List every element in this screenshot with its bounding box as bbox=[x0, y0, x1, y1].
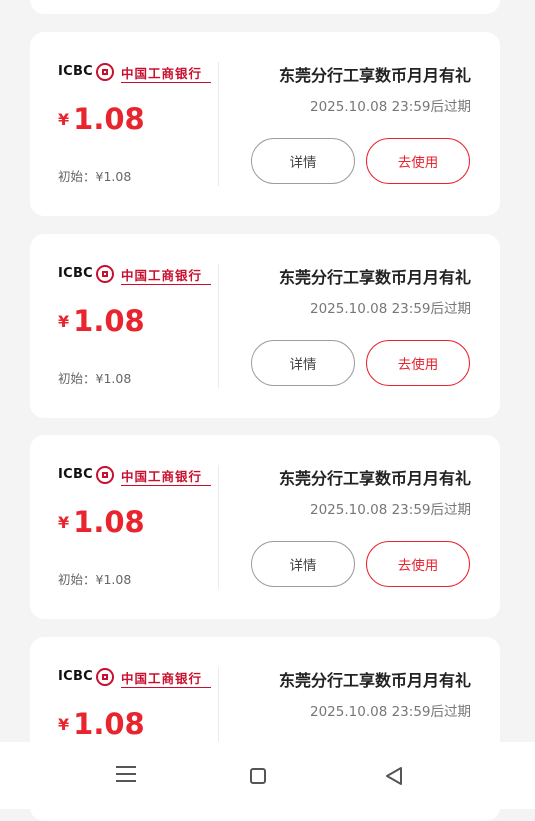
icbc-logo: ICBC 中国工商银行 bbox=[58, 465, 213, 487]
use-button[interactable]: 去使用 bbox=[366, 340, 470, 386]
card-divider bbox=[218, 465, 219, 589]
currency-symbol: ¥ bbox=[58, 110, 70, 129]
brand-short-text: ICBC bbox=[58, 669, 94, 684]
logo-underline bbox=[121, 687, 211, 688]
coupon-expiry: 2025.10.08 23:59后过期 bbox=[310, 704, 471, 720]
bank-name: 中国工商银行 bbox=[121, 469, 203, 484]
system-nav-bar bbox=[0, 742, 535, 809]
coupon-title: 东莞分行工享数币月月有礼 bbox=[278, 671, 471, 690]
logo-underline bbox=[121, 284, 211, 285]
initial-amount: 初始：¥1.08 bbox=[58, 371, 132, 386]
coupon-amount: ¥1.08 bbox=[58, 505, 145, 539]
icbc-seal-icon bbox=[96, 466, 114, 484]
coupon-card: ICBC 中国工商银行 ¥1.08 初始：¥1.08 东莞分行工享数币月月有礼 … bbox=[30, 435, 500, 619]
use-button[interactable]: 去使用 bbox=[366, 138, 470, 184]
currency-symbol: ¥ bbox=[58, 513, 70, 532]
detail-button[interactable]: 详情 bbox=[251, 138, 355, 184]
coupon-card: ICBC 中国工商银行 ¥1.08 初始：¥1.08 东莞分行工享数币月月有礼 … bbox=[30, 32, 500, 216]
icbc-seal-icon bbox=[96, 265, 114, 283]
currency-symbol: ¥ bbox=[58, 312, 70, 331]
logo-underline bbox=[121, 82, 211, 83]
logo-underline bbox=[121, 485, 211, 486]
use-button[interactable]: 去使用 bbox=[366, 541, 470, 587]
card-divider bbox=[218, 264, 219, 388]
coupon-title: 东莞分行工享数币月月有礼 bbox=[278, 66, 471, 85]
coupon-amount: ¥1.08 bbox=[58, 102, 145, 136]
currency-symbol: ¥ bbox=[58, 715, 70, 734]
card-divider bbox=[218, 62, 219, 186]
brand-short-text: ICBC bbox=[58, 467, 94, 482]
coupon-value-section: ICBC 中国工商银行 ¥1.08 初始：¥1.08 bbox=[58, 62, 218, 186]
coupon-expiry: 2025.10.08 23:59后过期 bbox=[310, 502, 471, 518]
coupon-amount: ¥1.08 bbox=[58, 707, 145, 741]
initial-amount: 初始：¥1.08 bbox=[58, 169, 132, 184]
coupon-amount: ¥1.08 bbox=[58, 304, 145, 338]
initial-amount: 初始：¥1.08 bbox=[58, 572, 132, 587]
coupon-expiry: 2025.10.08 23:59后过期 bbox=[310, 301, 471, 317]
coupon-value-section: ICBC 中国工商银行 ¥1.08 初始：¥1.08 bbox=[58, 465, 218, 589]
coupon-card: ICBC 中国工商银行 ¥1.08 初始：¥1.08 东莞分行工享数币月月有礼 … bbox=[30, 234, 500, 418]
bank-name: 中国工商银行 bbox=[121, 671, 203, 686]
detail-button[interactable]: 详情 bbox=[251, 340, 355, 386]
brand-short-text: ICBC bbox=[58, 64, 94, 79]
amount-value: 1.08 bbox=[73, 304, 145, 338]
icbc-logo: ICBC 中国工商银行 bbox=[58, 62, 213, 84]
bank-name: 中国工商银行 bbox=[121, 268, 203, 283]
coupon-title: 东莞分行工享数币月月有礼 bbox=[278, 469, 471, 488]
coupon-card-partial-top bbox=[30, 0, 500, 14]
amount-value: 1.08 bbox=[73, 505, 145, 539]
coupon-value-section: ICBC 中国工商银行 ¥1.08 初始：¥1.08 bbox=[58, 264, 218, 388]
bank-name: 中国工商银行 bbox=[121, 66, 203, 81]
coupon-expiry: 2025.10.08 23:59后过期 bbox=[310, 99, 471, 115]
detail-button[interactable]: 详情 bbox=[251, 541, 355, 587]
icbc-logo: ICBC 中国工商银行 bbox=[58, 667, 213, 689]
menu-icon[interactable] bbox=[116, 766, 138, 786]
icbc-seal-icon bbox=[96, 668, 114, 686]
coupon-title: 东莞分行工享数币月月有礼 bbox=[278, 268, 471, 287]
home-square-icon[interactable] bbox=[250, 768, 266, 784]
amount-value: 1.08 bbox=[73, 102, 145, 136]
icbc-logo: ICBC 中国工商银行 bbox=[58, 264, 213, 286]
icbc-seal-icon bbox=[96, 63, 114, 81]
brand-short-text: ICBC bbox=[58, 266, 94, 281]
back-triangle-icon[interactable] bbox=[384, 766, 404, 786]
amount-value: 1.08 bbox=[73, 707, 145, 741]
